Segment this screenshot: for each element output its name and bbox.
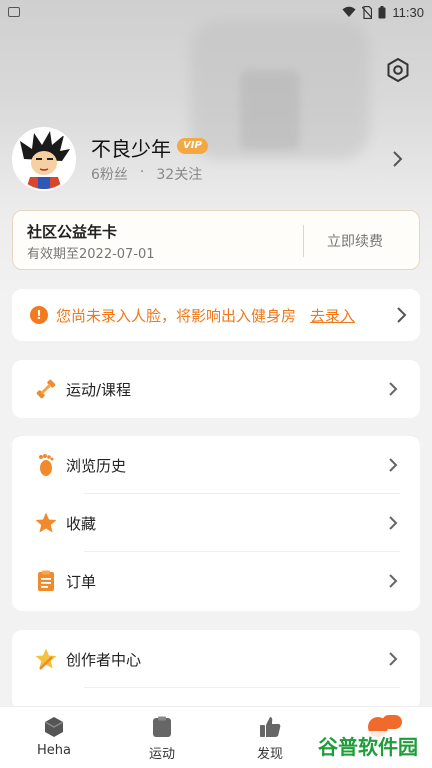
dumbbell-icon (32, 375, 60, 403)
fans-count[interactable]: 6粉丝 (91, 164, 128, 184)
membership-expiry: 有效期至2022-07-01 (27, 247, 155, 262)
chevron-right-icon (389, 574, 398, 588)
menu-item-label: 浏览历史 (66, 456, 127, 475)
warning-icon: ! (30, 306, 48, 324)
face-registration-notice[interactable]: ! 您尚未录入人脸，将影响出入健身房 去录入 (12, 289, 420, 341)
battery-icon (378, 5, 386, 18)
register-face-link[interactable]: 去录入 (310, 305, 355, 326)
cartoon-avatar-icon (14, 129, 74, 189)
menu-item-label: 创作者中心 (66, 650, 142, 669)
stats-separator: · (139, 164, 145, 180)
tab-discover[interactable]: 发现 (216, 707, 324, 768)
membership-card[interactable]: 社区公益年卡 有效期至2022-07-01 立即续费 (12, 210, 420, 270)
chevron-right-icon (389, 458, 398, 472)
thumbs-up-icon (260, 717, 281, 737)
menu-group-sport: 运动/课程 (12, 360, 420, 418)
vip-badge: VIP (177, 138, 208, 154)
clipboard-icon (153, 716, 171, 737)
following-count[interactable]: 32关注 (156, 164, 202, 184)
heha-icon (44, 717, 64, 737)
clock: 11:30 (392, 4, 424, 20)
tab-heha[interactable]: Heha (0, 707, 108, 768)
face-notice-message: 您尚未录入人脸，将影响出入健身房 (56, 306, 297, 325)
menu-item-creator[interactable]: 创作者中心 (12, 630, 420, 688)
image-notification-icon (8, 7, 20, 17)
tab-sport[interactable]: 运动 (108, 707, 216, 768)
wifi-icon (342, 6, 356, 17)
creator-star-icon (32, 645, 60, 673)
footprint-icon (32, 451, 60, 479)
menu-item-sport[interactable]: 运动/课程 (12, 360, 420, 418)
menu-item-favorites[interactable]: 收藏 (12, 494, 420, 552)
chevron-right-icon (389, 382, 398, 396)
user-name: 不良少年 (91, 137, 171, 161)
avatar[interactable] (12, 127, 76, 191)
star-icon (32, 509, 60, 537)
chevron-right-icon[interactable] (392, 150, 404, 168)
chevron-right-icon (397, 307, 407, 323)
settings-icon[interactable] (384, 56, 412, 84)
order-list-icon (32, 567, 60, 595)
membership-title: 社区公益年卡 (27, 223, 118, 241)
menu-item-label: 运动/课程 (66, 380, 132, 399)
menu-item-label: 收藏 (66, 514, 97, 533)
tab-label: Heha (37, 743, 71, 758)
tab-label: 运动 (148, 747, 175, 762)
renew-button[interactable]: 立即续费 (327, 231, 383, 251)
notification-badge (382, 715, 402, 729)
menu-item-history[interactable]: 浏览历史 (12, 436, 420, 494)
status-bar: 11:30 (0, 0, 432, 24)
menu-group-creator: 创作者中心 (12, 630, 420, 710)
site-watermark: 谷普软件园 (314, 731, 422, 760)
tab-label: 发现 (256, 747, 283, 762)
chevron-right-icon (389, 652, 398, 666)
menu-group-activity: 浏览历史 收藏 订单 (12, 436, 420, 611)
menu-item-orders[interactable]: 订单 (12, 552, 420, 610)
chevron-right-icon (389, 516, 398, 530)
no-sim-icon (362, 5, 373, 19)
menu-item-label: 订单 (66, 572, 97, 591)
divider (303, 225, 304, 257)
background-photo-shape (240, 70, 300, 150)
user-stats: 6粉丝 · 32关注 (91, 164, 202, 184)
